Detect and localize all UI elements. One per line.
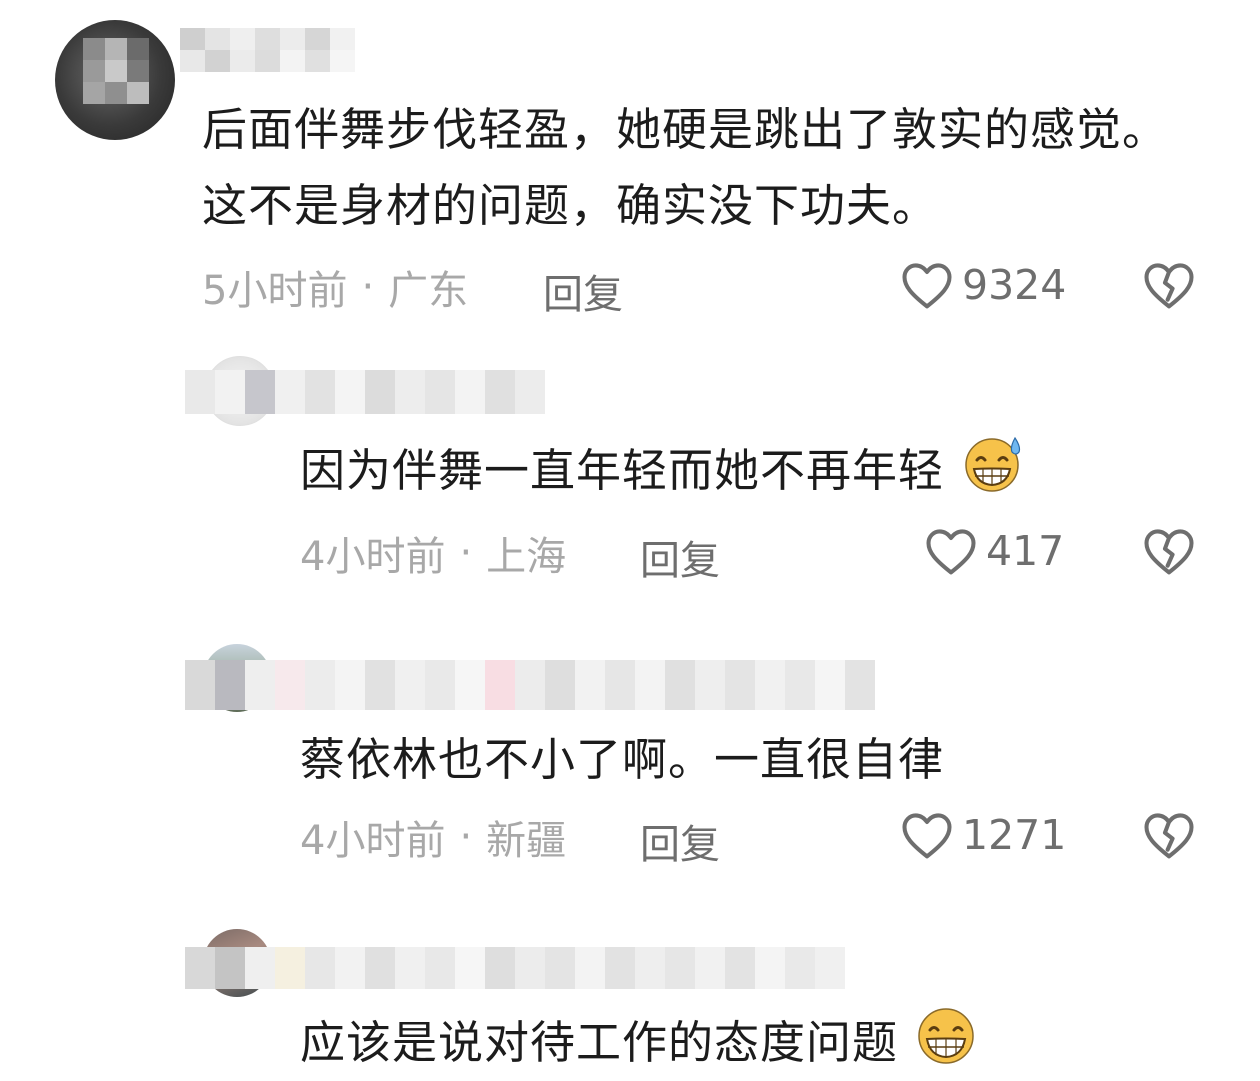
reply-button[interactable]: 回复	[640, 812, 720, 870]
comment-text-content: 应该是说对待工作的态度问题	[300, 1016, 899, 1069]
heart-outline-icon	[926, 529, 976, 575]
like-button[interactable]: 417	[924, 526, 1064, 576]
comment-meta: 5小时前 · 广东	[202, 262, 468, 314]
like-button[interactable]: 9324	[900, 260, 1066, 310]
comment-meta: 4小时前 · 上海	[300, 528, 566, 580]
meta-separator: ·	[459, 814, 473, 860]
heart-outline-icon	[902, 813, 952, 859]
user-avatar[interactable]	[55, 20, 175, 140]
dislike-button[interactable]	[1142, 260, 1196, 314]
comment-location: 广东	[388, 268, 469, 314]
comment-location: 上海	[486, 534, 567, 580]
like-count: 9324	[962, 261, 1067, 309]
dislike-button[interactable]	[1142, 526, 1196, 580]
username-redacted[interactable]	[185, 660, 875, 710]
reply-button[interactable]: 回复	[543, 262, 623, 320]
comment-time: 4小时前	[300, 534, 446, 580]
meta-separator: ·	[459, 530, 473, 576]
comment-location: 新疆	[486, 818, 567, 864]
grinning-sweat-emoji-icon	[965, 436, 1021, 492]
like-count: 1271	[962, 811, 1067, 859]
username-redacted[interactable]	[185, 947, 845, 989]
like-button[interactable]: 1271	[900, 810, 1066, 860]
grinning-emoji-icon	[918, 1008, 975, 1064]
comment-text: 因为伴舞一直年轻而她不再年轻	[300, 432, 1027, 509]
heart-outline-icon	[902, 263, 952, 309]
username-redacted[interactable]	[180, 28, 355, 72]
reply-button[interactable]: 回复	[640, 528, 720, 586]
broken-heart-icon	[1144, 263, 1194, 309]
broken-heart-icon	[1144, 529, 1194, 575]
comment-time: 4小时前	[300, 818, 446, 864]
comment-meta: 4小时前 · 新疆	[300, 812, 566, 864]
comment-1: 后面伴舞步伐轻盈，她硬是跳出了敦实的感觉。这不是身材的问题，确实没下功夫。 5小…	[0, 0, 1260, 330]
comment-text: 蔡依林也不小了啊。一直很自律	[300, 733, 945, 786]
like-count: 417	[986, 527, 1065, 575]
comment-time: 5小时前	[202, 268, 348, 314]
comment-text: 应该是说对待工作的态度问题	[300, 1005, 977, 1081]
comment-4: 应该是说对待工作的态度问题	[0, 915, 1260, 1081]
comment-text-content: 因为伴舞一直年轻而她不再年轻	[300, 444, 945, 497]
username-redacted[interactable]	[185, 370, 555, 414]
comment-2: 因为伴舞一直年轻而她不再年轻 4小时前 · 上海 回复 417	[0, 340, 1260, 610]
broken-heart-icon	[1144, 813, 1194, 859]
comment-text: 后面伴舞步伐轻盈，她硬是跳出了敦实的感觉。这不是身材的问题，确实没下功夫。	[202, 103, 1169, 232]
comment-3: 蔡依林也不小了啊。一直很自律 4小时前 · 新疆 回复 1271	[0, 630, 1260, 900]
meta-separator: ·	[361, 264, 375, 310]
dislike-button[interactable]	[1142, 810, 1196, 864]
